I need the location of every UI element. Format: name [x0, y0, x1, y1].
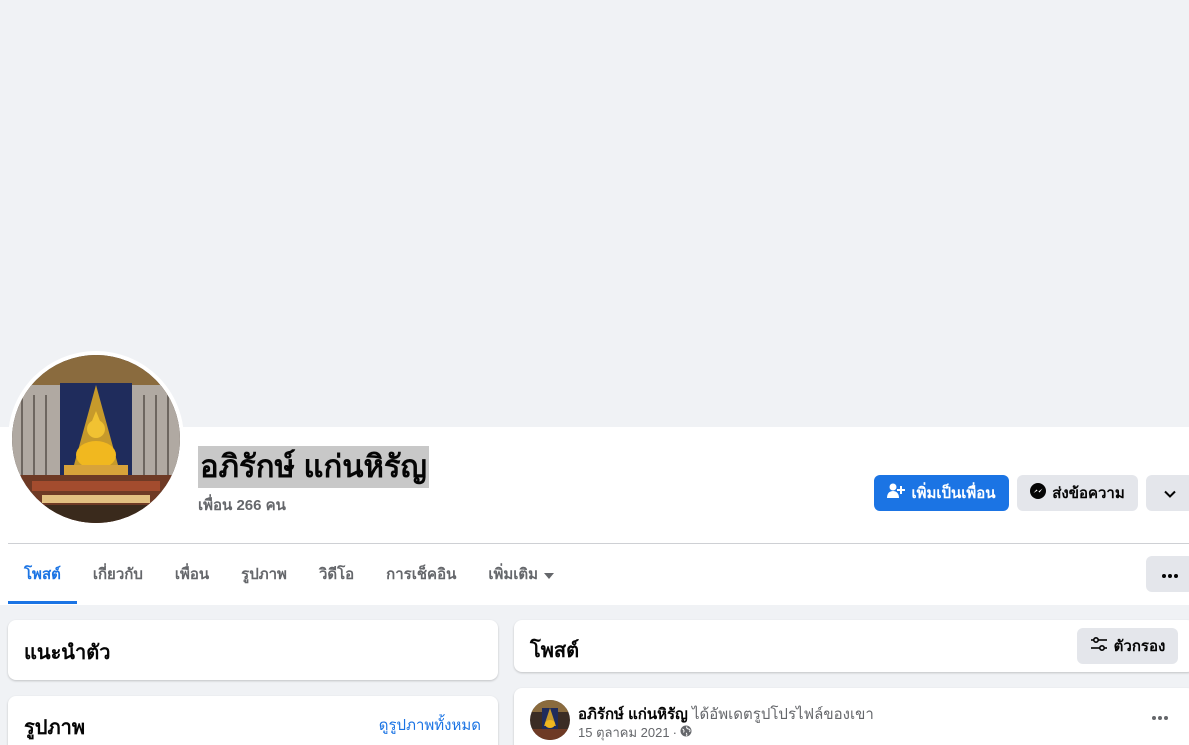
- globe-icon: [680, 725, 692, 740]
- more-dots-icon: [1152, 707, 1168, 725]
- tab-label: เพื่อน: [174, 566, 210, 583]
- tab-label: รูปภาพ: [241, 566, 287, 583]
- more-dots-icon: [1162, 565, 1178, 583]
- profile-name: อภิรักษ์ แก่นหิรัญ: [198, 446, 429, 488]
- post-date[interactable]: 15 ตุลาคม 2021: [578, 722, 670, 743]
- post-author-name[interactable]: อภิรักษ์ แก่นหิรัญ: [578, 706, 688, 723]
- profile-picture: [12, 355, 180, 523]
- add-friend-button[interactable]: เพิ่มเป็นเพื่อน: [874, 475, 1009, 511]
- intro-title: แนะนำตัว: [24, 642, 111, 664]
- post-card: อภิรักษ์ แก่นหิรัญ ได้อัพเดตรูปโปรไฟล์ขอ…: [514, 688, 1189, 745]
- post-meta: 15 ตุลาคม 2021 ·: [578, 722, 692, 743]
- cover-photo[interactable]: [0, 0, 1189, 427]
- caret-down-icon: [544, 566, 555, 583]
- tab-label: การเช็คอิน: [386, 566, 457, 583]
- tab-label: โพสต์: [24, 566, 61, 583]
- add-friend-label: เพิ่มเป็นเพื่อน: [911, 485, 996, 502]
- tab-label: เพิ่มเติม: [488, 566, 539, 583]
- tabs-more-button[interactable]: [1146, 556, 1189, 592]
- chevron-down-icon: [1164, 485, 1176, 502]
- message-label: ส่งข้อความ: [1052, 485, 1125, 502]
- add-friend-icon: [887, 483, 906, 503]
- tab-label: เกี่ยวกับ: [92, 566, 143, 583]
- photos-card: รูปภาพ ดูรูปภาพทั้งหมด: [8, 696, 498, 745]
- photos-title: รูปภาพ: [24, 717, 86, 739]
- message-button[interactable]: ส่งข้อความ: [1017, 475, 1138, 511]
- friends-count[interactable]: เพื่อน 266 คน: [198, 493, 286, 517]
- intro-card: แนะนำตัว: [8, 620, 498, 680]
- post-meta-separator: ·: [672, 725, 677, 740]
- filter-button[interactable]: ตัวกรอง: [1077, 628, 1178, 664]
- profile-tabs: โพสต์ เกี่ยวกับ เพื่อน รูปภาพ วิดีโอ การ…: [8, 544, 570, 604]
- profile-options-button[interactable]: [1146, 475, 1189, 511]
- posts-header-card: โพสต์ ตัวกรอง: [514, 620, 1189, 672]
- see-all-photos-link[interactable]: ดูรูปภาพทั้งหมด: [379, 713, 481, 737]
- tab-videos[interactable]: วิดีโอ: [303, 544, 370, 604]
- posts-title: โพสต์: [530, 640, 580, 662]
- tab-about[interactable]: เกี่ยวกับ: [77, 544, 159, 604]
- messenger-icon: [1030, 483, 1047, 503]
- post-action-text: ได้อัพเดตรูปโปรไฟล์ของเขา: [692, 706, 874, 723]
- filter-icon: [1090, 636, 1108, 655]
- tab-friends[interactable]: เพื่อน: [159, 544, 225, 604]
- tab-posts[interactable]: โพสต์: [8, 544, 77, 604]
- profile-avatar[interactable]: [8, 351, 184, 527]
- filter-label: ตัวกรอง: [1113, 638, 1166, 655]
- tab-photos[interactable]: รูปภาพ: [225, 544, 303, 604]
- post-options-button[interactable]: [1146, 706, 1174, 726]
- tab-label: วิดีโอ: [318, 566, 355, 583]
- tab-more[interactable]: เพิ่มเติม: [472, 544, 570, 604]
- tab-checkins[interactable]: การเช็คอิน: [370, 544, 472, 604]
- post-author-avatar[interactable]: [530, 700, 570, 740]
